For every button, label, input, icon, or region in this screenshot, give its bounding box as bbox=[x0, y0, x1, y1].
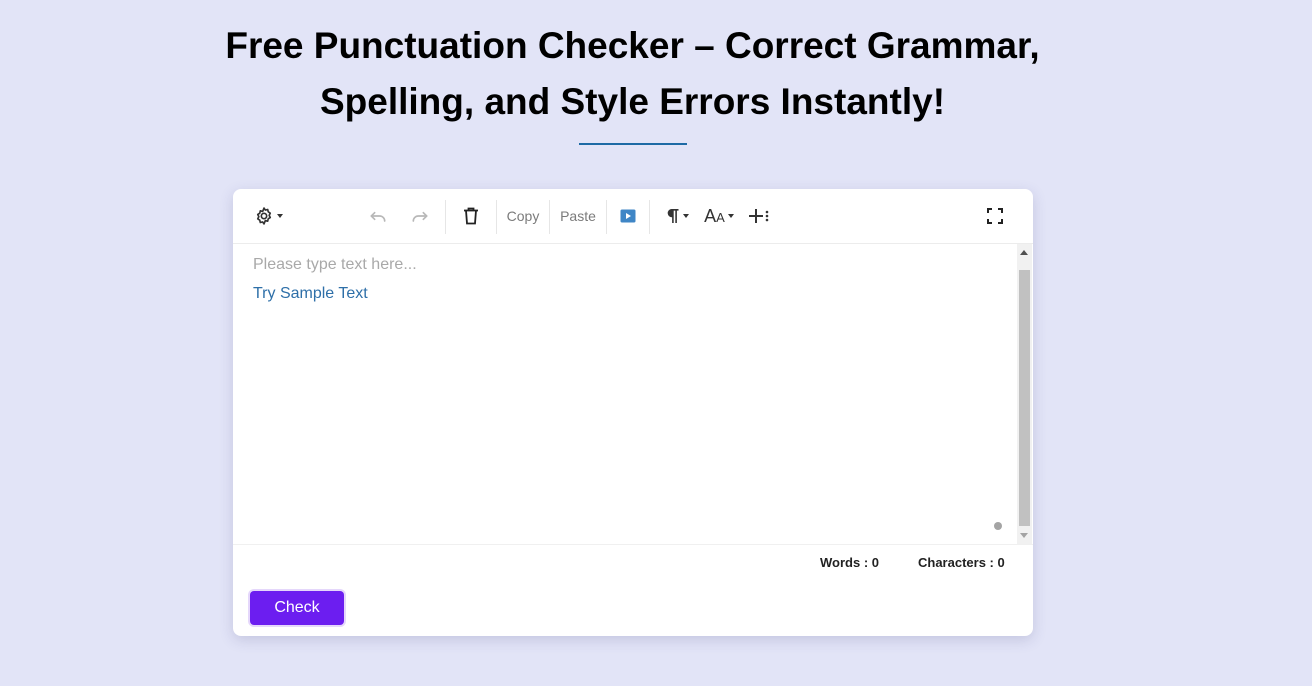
play-icon bbox=[620, 209, 636, 223]
toolbar-separator bbox=[606, 200, 607, 234]
status-dot-icon bbox=[994, 522, 1002, 530]
clear-button[interactable] bbox=[458, 200, 484, 232]
character-count: Characters : 0 bbox=[918, 555, 1005, 570]
try-sample-text-link[interactable]: Try Sample Text bbox=[253, 285, 368, 303]
paragraph-icon bbox=[667, 209, 678, 223]
undo-icon bbox=[370, 211, 386, 222]
chevron-down-icon bbox=[727, 214, 734, 218]
toolbar-separator bbox=[496, 200, 497, 234]
preview-button[interactable] bbox=[616, 200, 640, 232]
redo-button[interactable] bbox=[407, 200, 433, 232]
toolbar-separator bbox=[649, 200, 650, 234]
settings-dropdown[interactable] bbox=[251, 200, 285, 232]
undo-button[interactable] bbox=[365, 200, 391, 232]
stats-divider bbox=[233, 544, 1033, 545]
font-size-icon: AA bbox=[704, 205, 725, 226]
text-editor[interactable]: Please type text here... Try Sample Text bbox=[242, 244, 1017, 544]
editor-scrollbar[interactable] bbox=[1017, 244, 1032, 544]
fullscreen-button[interactable] bbox=[981, 200, 1009, 232]
page-title-line2: Spelling, and Style Errors Instantly! bbox=[319, 81, 946, 122]
page-title: Free Punctuation Checker – Correct Gramm… bbox=[0, 18, 1265, 130]
paste-button[interactable]: Paste bbox=[556, 200, 600, 232]
check-button[interactable]: Check bbox=[250, 591, 344, 625]
page: Free Punctuation Checker – Correct Gramm… bbox=[0, 0, 1312, 686]
paste-label: Paste bbox=[560, 208, 596, 224]
paragraph-dropdown[interactable] bbox=[661, 200, 693, 232]
fullscreen-icon bbox=[987, 208, 1003, 224]
insert-icon bbox=[749, 209, 769, 223]
copy-label: Copy bbox=[506, 208, 540, 224]
chevron-down-icon bbox=[682, 214, 689, 218]
scrollbar-thumb[interactable] bbox=[1019, 270, 1030, 526]
page-title-line1: Free Punctuation Checker – Correct Gramm… bbox=[225, 25, 1040, 66]
chevron-down-icon bbox=[276, 214, 283, 218]
trash-icon bbox=[464, 207, 478, 225]
scroll-up-arrow-icon[interactable] bbox=[1020, 250, 1028, 255]
editor-toolbar: Copy Paste AA bbox=[233, 189, 1033, 244]
insert-dropdown[interactable] bbox=[746, 200, 774, 232]
toolbar-separator bbox=[549, 200, 550, 234]
word-count: Words : 0 bbox=[820, 555, 879, 570]
checker-card: Copy Paste AA Please type text here... T… bbox=[233, 189, 1033, 636]
title-divider bbox=[579, 143, 687, 145]
copy-button[interactable]: Copy bbox=[503, 200, 543, 232]
scroll-down-arrow-icon[interactable] bbox=[1020, 533, 1028, 538]
redo-icon bbox=[412, 211, 428, 222]
toolbar-separator bbox=[445, 200, 446, 234]
gear-icon bbox=[256, 207, 271, 225]
editor-placeholder: Please type text here... bbox=[253, 256, 417, 273]
font-size-dropdown[interactable]: AA bbox=[701, 200, 737, 232]
